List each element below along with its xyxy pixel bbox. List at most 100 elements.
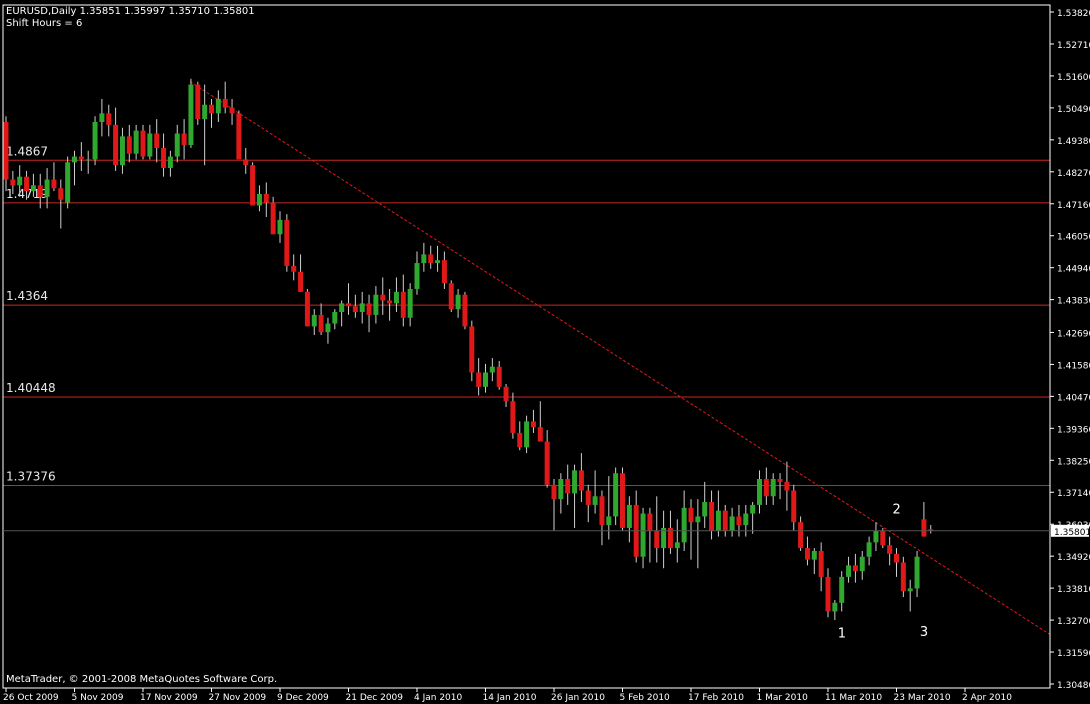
candle-body bbox=[798, 522, 804, 549]
candle bbox=[592, 470, 598, 514]
x-tick-label: 4 Jan 2010 bbox=[414, 693, 462, 703]
y-tick-label: 1.37140 bbox=[1057, 489, 1090, 499]
candle bbox=[483, 363, 488, 393]
candle-body bbox=[565, 479, 571, 494]
candle bbox=[119, 127, 125, 174]
candle bbox=[613, 467, 619, 526]
candle bbox=[311, 309, 317, 336]
candle bbox=[140, 124, 146, 160]
candle bbox=[291, 254, 297, 281]
candle-body bbox=[839, 576, 845, 603]
candle-body bbox=[270, 202, 276, 235]
level-label: 1.40448 bbox=[6, 381, 56, 395]
candle bbox=[811, 548, 817, 575]
y-tick-label: 1.52710 bbox=[1057, 41, 1090, 51]
candle-body bbox=[770, 479, 776, 497]
candle bbox=[757, 470, 762, 514]
candle bbox=[78, 142, 84, 171]
candle bbox=[209, 98, 214, 128]
candle bbox=[325, 317, 331, 344]
candle-body bbox=[818, 550, 824, 577]
candle bbox=[839, 571, 845, 612]
trendline-layer bbox=[189, 81, 1051, 635]
level-label: 1.37376 bbox=[6, 469, 56, 483]
candle-body bbox=[921, 519, 927, 537]
x-tick-label: 14 Jan 2010 bbox=[483, 693, 537, 703]
candle bbox=[332, 309, 338, 330]
y-tick-label: 1.42690 bbox=[1057, 329, 1090, 339]
candle bbox=[551, 479, 557, 531]
x-tick-label: 2 Apr 2010 bbox=[962, 693, 1012, 703]
candle bbox=[750, 502, 756, 534]
candle-body bbox=[256, 193, 262, 206]
candle bbox=[784, 461, 790, 511]
candle-body bbox=[496, 366, 502, 387]
candle bbox=[58, 179, 64, 229]
candle bbox=[161, 133, 167, 177]
candle bbox=[907, 579, 913, 612]
candle-body bbox=[85, 159, 91, 161]
candle bbox=[421, 242, 427, 272]
candle-body bbox=[339, 303, 345, 313]
candle-body bbox=[578, 470, 584, 491]
candle bbox=[469, 320, 475, 382]
candle bbox=[928, 525, 934, 534]
candle bbox=[133, 124, 139, 160]
x-tick-label: 23 Mar 2010 bbox=[894, 693, 951, 703]
candle bbox=[256, 185, 262, 212]
candle-body bbox=[900, 562, 906, 592]
candle-body bbox=[298, 271, 304, 292]
candle-body bbox=[894, 553, 899, 563]
candle bbox=[654, 496, 660, 563]
candle-body bbox=[832, 602, 838, 612]
candle-body bbox=[852, 565, 858, 572]
candle-body bbox=[825, 576, 831, 612]
y-tick-label: 1.48270 bbox=[1057, 169, 1090, 179]
candle bbox=[873, 522, 879, 551]
candle bbox=[72, 150, 77, 186]
candle bbox=[154, 119, 160, 163]
candle-body bbox=[811, 550, 817, 560]
candle bbox=[188, 78, 194, 148]
candle bbox=[181, 119, 187, 160]
x-tick-label: 5 Nov 2009 bbox=[72, 693, 124, 703]
candle-body bbox=[435, 260, 441, 264]
candle bbox=[681, 490, 687, 551]
candle-body bbox=[503, 386, 509, 402]
candle bbox=[791, 484, 797, 531]
chart-header-line1: EURUSD,Daily 1.35851 1.35997 1.35710 1.3… bbox=[6, 6, 255, 17]
candle-body bbox=[325, 323, 331, 333]
candle-body bbox=[585, 490, 591, 505]
candle bbox=[729, 507, 735, 537]
candle-body bbox=[654, 530, 660, 549]
candle bbox=[250, 162, 256, 206]
wave-marker-label: 2 bbox=[893, 503, 901, 518]
y-tick-label: 1.30480 bbox=[1057, 681, 1090, 691]
candle bbox=[400, 274, 406, 327]
candle bbox=[859, 550, 865, 580]
candle bbox=[743, 504, 749, 537]
candle bbox=[736, 504, 742, 537]
candle-body bbox=[209, 104, 214, 114]
y-tick-label: 1.46050 bbox=[1057, 233, 1090, 243]
candle bbox=[661, 510, 667, 569]
candle-body bbox=[332, 312, 338, 324]
candle bbox=[530, 409, 536, 433]
y-tick-label: 1.38250 bbox=[1057, 457, 1090, 467]
candle-body bbox=[606, 516, 612, 526]
x-tick-label: 26 Jan 2010 bbox=[551, 693, 605, 703]
candle-body bbox=[489, 366, 495, 373]
candle-body bbox=[613, 473, 619, 517]
candle-body bbox=[510, 401, 516, 433]
y-tick-label: 1.32700 bbox=[1057, 617, 1090, 627]
candle-body bbox=[277, 219, 283, 235]
candle bbox=[763, 467, 769, 505]
candle-body bbox=[222, 98, 228, 108]
candle bbox=[537, 401, 543, 442]
plot-border bbox=[2, 4, 1051, 689]
candle bbox=[640, 507, 646, 569]
y-tick-label: 1.43830 bbox=[1057, 297, 1090, 307]
candle-body bbox=[729, 516, 735, 531]
wave-marker-label: 1 bbox=[838, 627, 846, 642]
candlestick-chart[interactable]: 1.48671.47191.43641.404481.37376 123 1.5… bbox=[0, 0, 1090, 704]
